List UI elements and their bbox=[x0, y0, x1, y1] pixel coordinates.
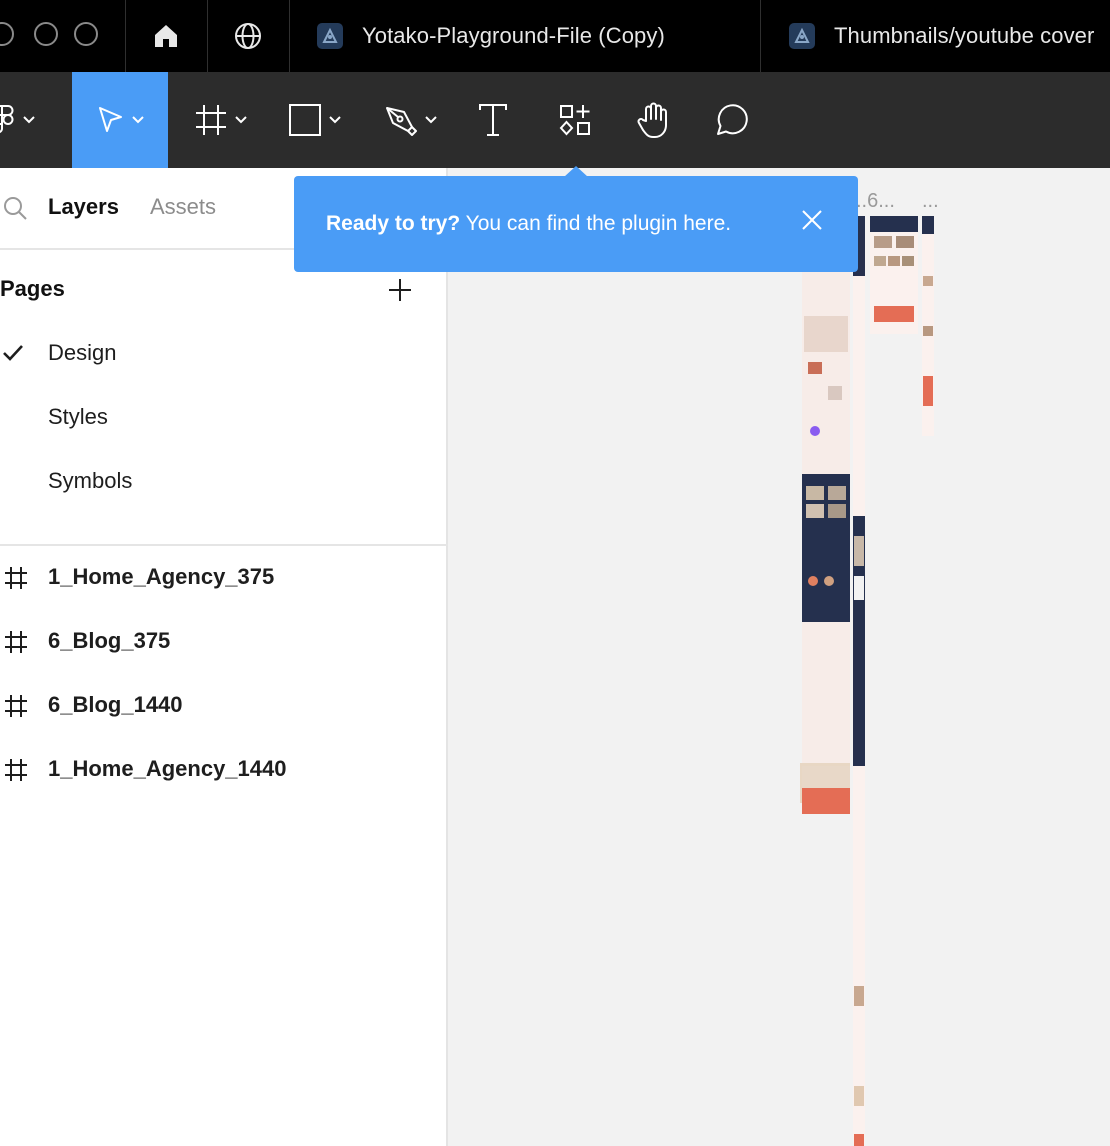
tab-separator bbox=[125, 0, 126, 72]
frame-thumbnail[interactable] bbox=[853, 216, 865, 1146]
tab-label: Yotako-Playground-File (Copy) bbox=[362, 23, 665, 48]
tooltip-message: Ready to try? You can find the plugin he… bbox=[326, 212, 731, 236]
divider bbox=[0, 544, 448, 546]
frame-thumbnail[interactable] bbox=[922, 216, 934, 436]
frame-hash-icon bbox=[5, 631, 27, 653]
tooltip-text: You can find the plugin here. bbox=[460, 212, 732, 235]
hand-tool-button[interactable] bbox=[636, 72, 676, 168]
chevron-down-icon bbox=[235, 116, 247, 124]
layer-item-label: 1_Home_Agency_1440 bbox=[48, 756, 287, 781]
frame-tool-button[interactable] bbox=[194, 72, 266, 168]
page-item-label: Design bbox=[48, 340, 117, 365]
window-minimize-button[interactable] bbox=[34, 22, 58, 46]
frame-hash-icon bbox=[5, 567, 27, 589]
hand-icon bbox=[637, 102, 667, 138]
layer-item-frame[interactable]: 1_Home_Agency_375 bbox=[0, 548, 448, 608]
comment-bubble-icon bbox=[717, 104, 748, 135]
window-close-button[interactable] bbox=[0, 22, 14, 46]
layer-item-frame[interactable]: 6_Blog_1440 bbox=[0, 676, 448, 736]
search-icon[interactable] bbox=[2, 195, 28, 221]
comment-tool-button[interactable] bbox=[714, 72, 754, 168]
frame-thumbnail[interactable] bbox=[802, 766, 850, 814]
page-item-label: Styles bbox=[48, 404, 108, 429]
tab-yotako-playground[interactable]: Yotako-Playground-File (Copy) bbox=[316, 0, 756, 72]
layer-item-frame[interactable]: 6_Blog_375 bbox=[0, 612, 448, 672]
figma-file-icon bbox=[789, 23, 815, 49]
globe-icon bbox=[235, 23, 261, 49]
main-menu-button[interactable] bbox=[0, 72, 60, 168]
pages-heading: Pages bbox=[0, 276, 65, 301]
plugin-tooltip: Ready to try? You can find the plugin he… bbox=[294, 166, 858, 272]
frame-thumbnail[interactable] bbox=[870, 216, 918, 334]
shape-tool-button[interactable] bbox=[288, 72, 360, 168]
chevron-down-icon bbox=[23, 116, 35, 124]
text-t-icon bbox=[479, 104, 507, 136]
add-page-button[interactable] bbox=[386, 276, 414, 304]
frame-hash-icon bbox=[5, 695, 27, 717]
frame-title-label[interactable]: ..6... bbox=[856, 190, 895, 213]
frame-hash-icon bbox=[196, 105, 226, 135]
frame-title-label[interactable]: ... bbox=[922, 190, 939, 213]
resources-tool-button[interactable] bbox=[558, 72, 598, 168]
window-maximize-button[interactable] bbox=[74, 22, 98, 46]
tab-bar: Yotako-Playground-File (Copy) Thumbnails… bbox=[0, 0, 1110, 72]
toolbar bbox=[0, 72, 1110, 168]
home-button[interactable] bbox=[146, 16, 186, 56]
page-item-design[interactable]: Design bbox=[0, 324, 448, 384]
community-button[interactable] bbox=[228, 16, 268, 56]
rectangle-icon bbox=[289, 104, 321, 136]
tab-layers[interactable]: Layers bbox=[48, 194, 119, 220]
canvas[interactable]: ..6... ... bbox=[450, 168, 1110, 1146]
page-item-styles[interactable]: Styles bbox=[0, 388, 448, 448]
layers-panel: Layers Assets Pages Design Styles Symbol… bbox=[0, 168, 448, 1146]
pen-nib-icon bbox=[386, 107, 417, 136]
page-item-label: Symbols bbox=[48, 468, 133, 493]
tab-thumbnails[interactable]: Thumbnails/youtube cover bbox=[788, 0, 1110, 72]
tab-separator bbox=[207, 0, 208, 72]
tab-assets[interactable]: Assets bbox=[150, 194, 216, 220]
layer-item-label: 1_Home_Agency_375 bbox=[48, 564, 275, 589]
tooltip-bold-text: Ready to try? bbox=[326, 212, 461, 235]
tab-label: Thumbnails/youtube cover bbox=[834, 23, 1095, 48]
checkmark-icon bbox=[3, 345, 23, 361]
move-tool-button[interactable] bbox=[72, 72, 168, 168]
text-tool-button[interactable] bbox=[478, 72, 514, 168]
chevron-down-icon bbox=[132, 116, 144, 124]
home-icon bbox=[155, 25, 177, 47]
layer-item-label: 6_Blog_1440 bbox=[48, 692, 183, 717]
cursor-arrow-icon bbox=[99, 107, 122, 132]
chevron-down-icon bbox=[425, 116, 437, 124]
frame-thumbnail[interactable] bbox=[802, 216, 850, 800]
page-item-symbols[interactable]: Symbols bbox=[0, 452, 448, 512]
pen-tool-button[interactable] bbox=[384, 72, 456, 168]
layer-item-label: 6_Blog_375 bbox=[48, 628, 171, 653]
layer-item-frame[interactable]: 1_Home_Agency_1440 bbox=[0, 740, 448, 800]
tooltip-arrow bbox=[564, 166, 588, 177]
resources-shapes-icon bbox=[559, 105, 590, 136]
tab-separator bbox=[289, 0, 290, 72]
tab-separator bbox=[760, 0, 761, 72]
frame-hash-icon bbox=[5, 759, 27, 781]
figma-file-icon bbox=[317, 23, 343, 49]
close-icon[interactable] bbox=[800, 208, 824, 232]
figma-logo-icon bbox=[0, 105, 14, 134]
chevron-down-icon bbox=[329, 116, 341, 124]
